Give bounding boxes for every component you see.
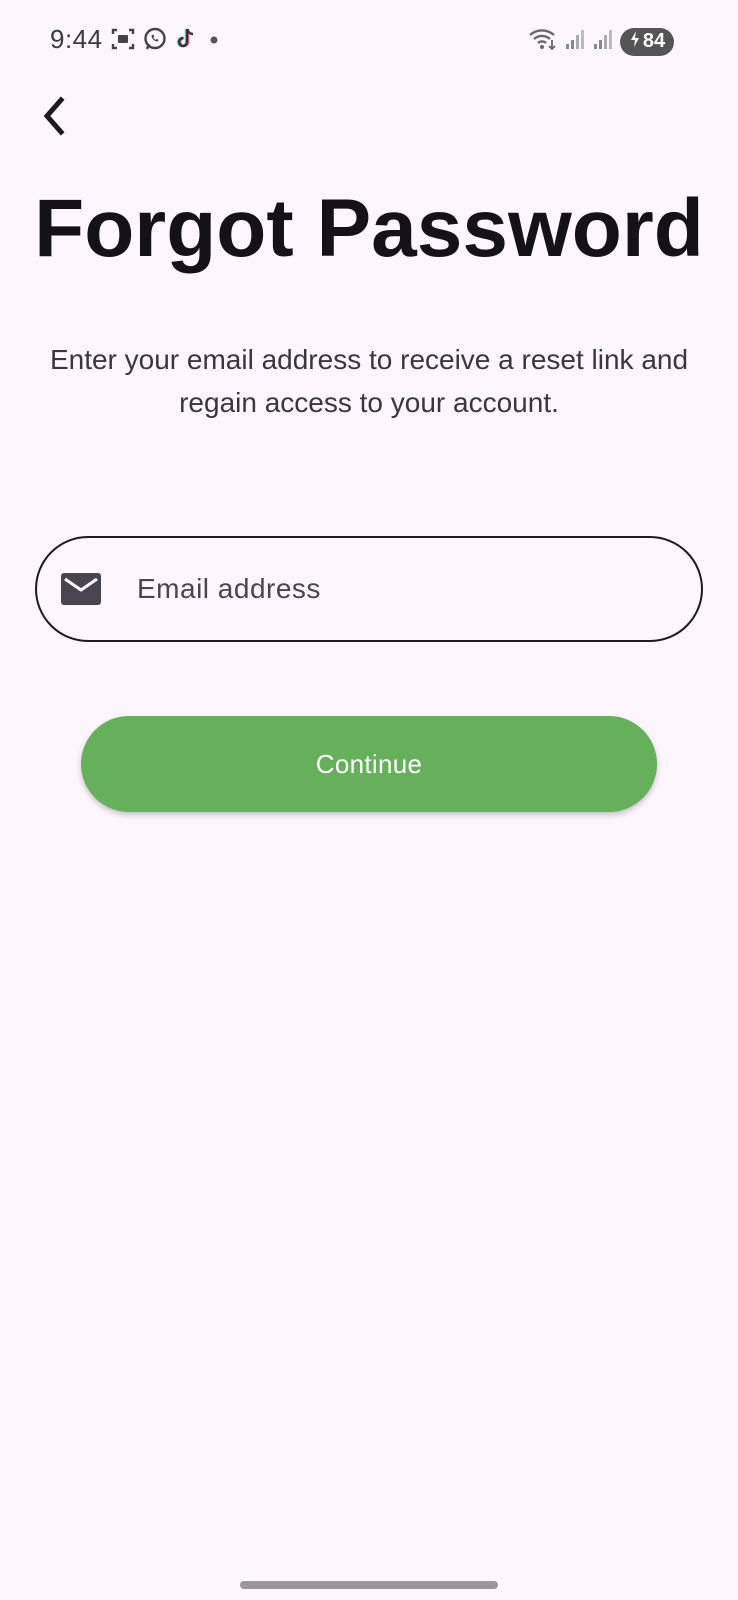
- signal-icon: [564, 26, 586, 57]
- status-icons-right: 84: [528, 26, 674, 57]
- home-indicator[interactable]: [240, 1581, 498, 1589]
- email-field[interactable]: [35, 536, 703, 642]
- back-button[interactable]: [28, 92, 80, 144]
- status-time: 9:44: [50, 24, 103, 54]
- tiktok-icon: [174, 26, 198, 52]
- battery-charging-icon: [629, 30, 641, 54]
- status-icons-left: [110, 26, 224, 52]
- notification-dot-icon: [204, 26, 224, 52]
- battery-level: 84: [642, 30, 666, 52]
- mail-icon: [61, 573, 101, 605]
- screenshot-icon: [110, 26, 136, 52]
- wifi-icon: [528, 26, 558, 57]
- page-subtitle: Enter your email address to receive a re…: [0, 338, 738, 424]
- chevron-left-icon: [39, 95, 69, 141]
- email-input[interactable]: [135, 572, 659, 606]
- subtitle-line-1: Enter your email address to receive a re…: [49, 344, 689, 375]
- signal-icon: [592, 26, 614, 57]
- page-title: Forgot Password: [34, 183, 704, 274]
- status-bar: 9:44 84: [0, 0, 738, 84]
- battery-indicator: 84: [620, 27, 674, 56]
- whatsapp-icon: [142, 26, 168, 52]
- subtitle-line-2: regain access to your account.: [179, 387, 559, 418]
- continue-button[interactable]: Continue: [81, 716, 657, 812]
